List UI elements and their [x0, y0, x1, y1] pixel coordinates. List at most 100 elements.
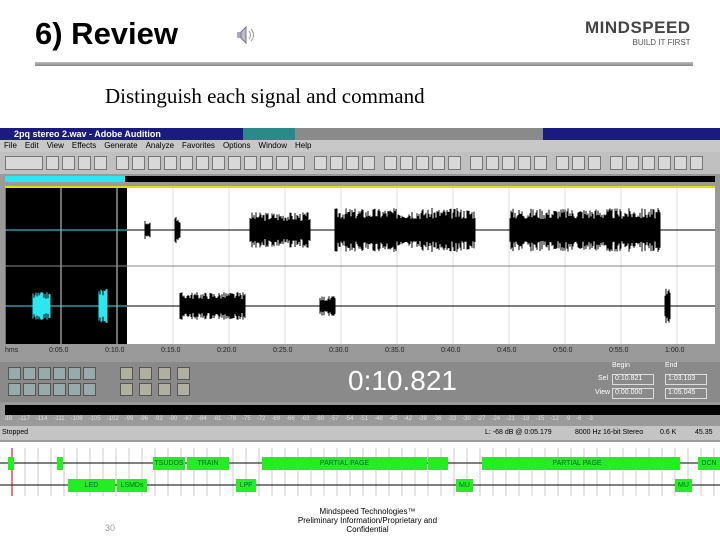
menu-window[interactable]: Window	[259, 141, 287, 150]
menu-analyze[interactable]: Analyze	[146, 141, 174, 150]
db-tick-label: -60	[315, 416, 325, 422]
zoom-button[interactable]	[120, 367, 133, 380]
menu-generate[interactable]: Generate	[104, 141, 137, 150]
transport-button[interactable]	[23, 367, 36, 380]
toolbar-button[interactable]	[384, 156, 397, 170]
toolbar-button[interactable]	[556, 156, 569, 170]
db-tick-label: -54	[344, 416, 354, 422]
toolbar-button[interactable]	[132, 156, 145, 170]
db-tick-label: -51	[359, 416, 369, 422]
transport-button[interactable]	[38, 383, 51, 396]
signal-bottom: LSMDs	[117, 479, 147, 492]
toolbar-button[interactable]	[470, 156, 483, 170]
toolbar-button[interactable]	[346, 156, 359, 170]
db-tick-label: -111	[53, 416, 65, 422]
db-tick-label: -3	[587, 416, 593, 422]
transport-button[interactable]	[53, 367, 66, 380]
toolbar-button[interactable]	[276, 156, 289, 170]
transport-button[interactable]	[83, 383, 96, 396]
zoom-button[interactable]	[177, 383, 190, 396]
zoom-button[interactable]	[158, 367, 171, 380]
zoom-button[interactable]	[158, 383, 171, 396]
toolbar-button[interactable]	[610, 156, 623, 170]
menu-favorites[interactable]: Favorites	[182, 141, 215, 150]
toolbar	[0, 152, 720, 174]
toolbar-button[interactable]	[690, 156, 703, 170]
transport-button[interactable]	[8, 367, 21, 380]
toolbar-button[interactable]	[260, 156, 273, 170]
toolbar-button[interactable]	[486, 156, 499, 170]
db-tick-label: -84	[198, 416, 207, 422]
transport-button[interactable]	[23, 383, 36, 396]
toolbar-button[interactable]	[416, 156, 429, 170]
toolbar-button[interactable]	[78, 156, 91, 170]
toolbar-button[interactable]	[5, 156, 43, 170]
transport-button[interactable]	[53, 383, 66, 396]
toolbar-button[interactable]	[62, 156, 75, 170]
toolbar-button[interactable]	[448, 156, 461, 170]
toolbar-button[interactable]	[314, 156, 327, 170]
footer-line: Preliminary Information/Proprietary and	[297, 516, 438, 525]
overview-bar[interactable]	[5, 176, 715, 182]
menu-bar: File Edit View Effects Generate Analyze Favori…	[0, 140, 720, 152]
toolbar-button[interactable]	[292, 156, 305, 170]
toolbar-button[interactable]	[626, 156, 639, 170]
transport-button[interactable]	[8, 383, 21, 396]
menu-options[interactable]: Options	[223, 141, 251, 150]
db-tick-label: -90	[168, 416, 178, 422]
transport-button[interactable]	[38, 367, 51, 380]
toolbar-button[interactable]	[658, 156, 671, 170]
toolbar-button[interactable]	[362, 156, 375, 170]
sel-begin-field[interactable]: 0:10.821	[612, 374, 654, 385]
view-end-field[interactable]: 1:05.045	[665, 388, 707, 399]
end-label: End	[665, 362, 678, 369]
menu-file[interactable]: File	[4, 141, 17, 150]
toolbar-button[interactable]	[330, 156, 343, 170]
ruler-tick-label: hms	[5, 347, 19, 354]
signal-pulse	[57, 457, 63, 470]
zoom-button[interactable]	[139, 383, 152, 396]
signal-top: TRAIN	[187, 457, 229, 470]
toolbar-button[interactable]	[674, 156, 687, 170]
transport-button[interactable]	[68, 383, 81, 396]
toolbar-button[interactable]	[180, 156, 193, 170]
speaker-icon[interactable]	[234, 24, 256, 46]
toolbar-button[interactable]	[502, 156, 515, 170]
zoom-button[interactable]	[120, 383, 133, 396]
toolbar-button[interactable]	[196, 156, 209, 170]
toolbar-button[interactable]	[164, 156, 177, 170]
toolbar-button[interactable]	[588, 156, 601, 170]
toolbar-button[interactable]	[116, 156, 129, 170]
toolbar-button[interactable]	[518, 156, 531, 170]
db-tick-label: -18	[520, 416, 530, 422]
transport-button[interactable]	[83, 367, 96, 380]
transport-button[interactable]	[68, 367, 81, 380]
toolbar-button[interactable]	[228, 156, 241, 170]
db-tick-label: -45	[388, 416, 398, 422]
toolbar-button[interactable]	[534, 156, 547, 170]
menu-view[interactable]: View	[47, 141, 64, 150]
toolbar-button[interactable]	[244, 156, 257, 170]
sel-end-field[interactable]: 1:03.103	[665, 374, 707, 385]
header-rule	[35, 62, 693, 66]
menu-effects[interactable]: Effects	[72, 141, 96, 150]
signal-top: PARTIAL PAGE	[262, 457, 427, 470]
toolbar-button[interactable]	[94, 156, 107, 170]
toolbar-button[interactable]	[148, 156, 161, 170]
toolbar-button[interactable]	[400, 156, 413, 170]
toolbar-button[interactable]	[212, 156, 225, 170]
zoom-button[interactable]	[139, 367, 152, 380]
db-tick-label: -75	[242, 416, 251, 422]
menu-edit[interactable]: Edit	[25, 141, 39, 150]
toolbar-button[interactable]	[572, 156, 585, 170]
toolbar-button[interactable]	[642, 156, 655, 170]
menu-help[interactable]: Help	[295, 141, 311, 150]
view-label: View	[595, 389, 611, 396]
zoom-button[interactable]	[177, 367, 190, 380]
toolbar-button[interactable]	[46, 156, 59, 170]
db-tick-label: -57	[330, 416, 339, 422]
view-begin-field[interactable]: 0:00.000	[612, 388, 654, 399]
toolbar-button[interactable]	[432, 156, 445, 170]
waveform-display[interactable]	[5, 186, 715, 346]
db-tick-label: -15	[535, 416, 545, 422]
